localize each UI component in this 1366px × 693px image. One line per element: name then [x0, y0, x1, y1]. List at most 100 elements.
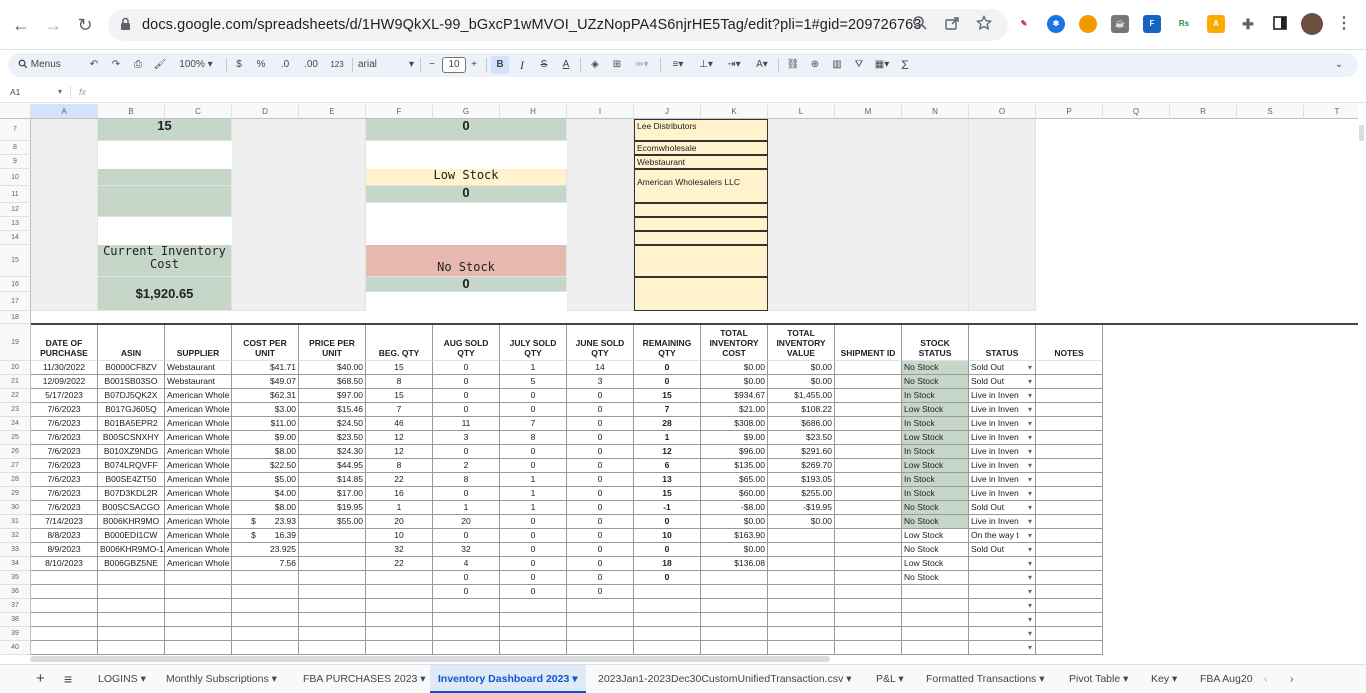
- column-header[interactable]: M: [835, 104, 902, 119]
- text-rotation-icon[interactable]: A▾: [750, 56, 774, 74]
- tab-menu-icon[interactable]: ▾: [569, 673, 577, 685]
- row-header[interactable]: 9: [0, 155, 31, 169]
- row-header[interactable]: 22: [0, 389, 31, 403]
- extension-icon[interactable]: [1079, 15, 1097, 33]
- row-header[interactable]: 17: [0, 292, 31, 311]
- row-header[interactable]: 11: [0, 186, 31, 203]
- row-header[interactable]: 8: [0, 141, 31, 155]
- column-header[interactable]: T: [1304, 104, 1358, 119]
- text-color-button[interactable]: A: [557, 56, 575, 74]
- status-select[interactable]: [969, 571, 1036, 585]
- column-header[interactable]: G: [433, 104, 500, 119]
- row-header[interactable]: 23: [0, 403, 31, 417]
- row-header[interactable]: 38: [0, 613, 31, 627]
- zoom-icon[interactable]: [910, 15, 930, 35]
- tab-menu-icon[interactable]: ▾: [269, 673, 277, 685]
- scroll-tabs-right-icon[interactable]: ›: [1282, 665, 1302, 693]
- status-select[interactable]: Live in Inven: [969, 417, 1036, 431]
- row-header[interactable]: 28: [0, 473, 31, 487]
- status-select[interactable]: Sold Out: [969, 375, 1036, 389]
- strikethrough-button[interactable]: S: [535, 56, 553, 74]
- row-header[interactable]: 21: [0, 375, 31, 389]
- column-header[interactable]: K: [701, 104, 768, 119]
- column-header[interactable]: A: [31, 104, 98, 119]
- add-sheet-icon[interactable]: +: [28, 665, 53, 693]
- sheet-tab[interactable]: Pivot Table ▾: [1061, 665, 1136, 693]
- status-select[interactable]: [969, 557, 1036, 571]
- status-select[interactable]: Live in Inven: [969, 473, 1036, 487]
- status-select[interactable]: Sold Out: [969, 543, 1036, 557]
- back-icon[interactable]: ←: [10, 14, 32, 36]
- row-header[interactable]: 35: [0, 571, 31, 585]
- column-header[interactable]: R: [1170, 104, 1237, 119]
- sheet-tab[interactable]: FBA PURCHASES 2023 ▾: [295, 665, 434, 693]
- sheet-tab[interactable]: LOGINS ▾: [90, 665, 154, 693]
- status-select[interactable]: Live in Inven: [969, 459, 1036, 473]
- tab-menu-icon[interactable]: ▾: [1036, 673, 1044, 685]
- rs-extension-icon[interactable]: Rs: [1175, 15, 1193, 33]
- status-select[interactable]: [969, 585, 1036, 599]
- row-header[interactable]: 39: [0, 627, 31, 641]
- paint-format-icon[interactable]: 🖌: [152, 56, 168, 74]
- font-size-decrease-button[interactable]: −: [426, 56, 438, 74]
- print-icon[interactable]: ⎙: [130, 56, 146, 74]
- bookmark-star-icon[interactable]: [974, 14, 994, 35]
- status-select[interactable]: Live in Inven: [969, 389, 1036, 403]
- row-header[interactable]: 30: [0, 501, 31, 515]
- column-header[interactable]: S: [1237, 104, 1304, 119]
- status-select[interactable]: Sold Out: [969, 361, 1036, 375]
- fill-color-icon[interactable]: ◈: [586, 56, 604, 74]
- tab-menu-icon[interactable]: ▾: [895, 673, 903, 685]
- scout-extension-icon[interactable]: A: [1207, 15, 1225, 33]
- column-header[interactable]: I: [567, 104, 634, 119]
- status-select[interactable]: Live in Inven: [969, 431, 1036, 445]
- scroll-tabs-left-icon[interactable]: ‹: [1256, 665, 1276, 693]
- row-header[interactable]: 40: [0, 641, 31, 655]
- status-select[interactable]: Live in Inven: [969, 487, 1036, 501]
- merge-cells-icon[interactable]: ⇹▾: [630, 56, 654, 74]
- row-header[interactable]: 31: [0, 515, 31, 529]
- column-header[interactable]: L: [768, 104, 835, 119]
- column-header[interactable]: N: [902, 104, 969, 119]
- tab-menu-icon[interactable]: ▾: [1120, 673, 1128, 685]
- column-header[interactable]: Q: [1103, 104, 1170, 119]
- row-header[interactable]: 14: [0, 231, 31, 245]
- status-select[interactable]: On the way t: [969, 529, 1036, 543]
- undo-icon[interactable]: ↶: [86, 56, 102, 74]
- sheet-tab[interactable]: Inventory Dashboard 2023 ▾: [430, 665, 586, 693]
- sheet-tab[interactable]: Formatted Transactions ▾: [918, 665, 1053, 693]
- name-box-dropdown-icon[interactable]: ▾: [58, 87, 62, 96]
- status-select[interactable]: Sold Out: [969, 501, 1036, 515]
- spreadsheet-grid[interactable]: A B C D E F G H I J K L M N O P Q R S T 7 8 9 10 11 12 13 14 15 16 17 1…: [0, 104, 1358, 655]
- font-size-increase-button[interactable]: +: [468, 56, 480, 74]
- row-header[interactable]: 27: [0, 459, 31, 473]
- horizontal-align-icon[interactable]: ≡▾: [666, 56, 690, 74]
- search-menus[interactable]: Menus: [18, 56, 78, 74]
- name-box[interactable]: A1: [10, 87, 20, 97]
- puzzle-icon[interactable]: ✚: [1239, 15, 1257, 33]
- row-header[interactable]: 16: [0, 277, 31, 292]
- row-header[interactable]: 13: [0, 217, 31, 231]
- row-header[interactable]: 25: [0, 431, 31, 445]
- column-header[interactable]: B: [98, 104, 165, 119]
- row-header[interactable]: 15: [0, 245, 31, 277]
- row-header[interactable]: 26: [0, 445, 31, 459]
- column-header[interactable]: C: [165, 104, 232, 119]
- vertical-align-icon[interactable]: ⊥▾: [694, 56, 718, 74]
- chart-icon[interactable]: ▥: [828, 56, 846, 74]
- select-all-corner[interactable]: [0, 104, 31, 119]
- kebab-menu-icon[interactable]: ⋮: [1335, 15, 1353, 33]
- status-select[interactable]: [969, 613, 1036, 627]
- filter-icon[interactable]: ⛛: [850, 56, 868, 74]
- row-header[interactable]: 19: [0, 324, 31, 361]
- sidepanel-icon[interactable]: [1271, 15, 1289, 33]
- status-select[interactable]: Live in Inven: [969, 445, 1036, 459]
- row-header[interactable]: 32: [0, 529, 31, 543]
- bold-button[interactable]: B: [491, 56, 509, 74]
- font-size-input[interactable]: 10: [442, 57, 466, 73]
- sheet-tab[interactable]: FBA Aug20: [1192, 665, 1254, 693]
- row-header[interactable]: 10: [0, 169, 31, 186]
- sheet-tab[interactable]: 2023Jan1-2023Dec30CustomUnifiedTransacti…: [590, 665, 860, 693]
- column-header[interactable]: P: [1036, 104, 1103, 119]
- sheet-tab[interactable]: Key ▾: [1143, 665, 1185, 693]
